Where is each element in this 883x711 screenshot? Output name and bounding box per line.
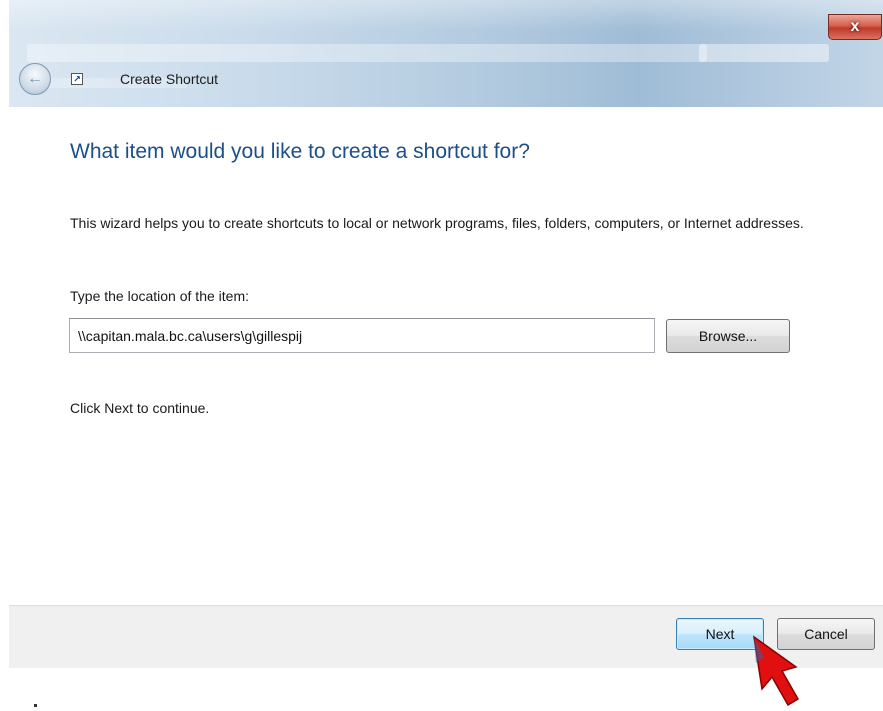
back-button[interactable]: ← bbox=[19, 63, 51, 95]
browse-button[interactable]: Browse... bbox=[666, 319, 790, 353]
create-shortcut-window: x ← ↗ Create Shortcut What item would yo… bbox=[9, 0, 883, 668]
wizard-heading: What item would you like to create a sho… bbox=[70, 140, 530, 163]
stray-mark bbox=[34, 704, 37, 707]
wizard-description: This wizard helps you to create shortcut… bbox=[70, 215, 804, 231]
shortcut-arrow-icon: ↗ bbox=[71, 73, 83, 85]
window-title: Create Shortcut bbox=[120, 71, 219, 87]
continue-instruction: Click Next to continue. bbox=[70, 400, 210, 416]
title-bar: x ← ↗ Create Shortcut bbox=[9, 0, 883, 107]
wizard-content: What item would you like to create a sho… bbox=[9, 107, 883, 605]
close-button[interactable]: x bbox=[828, 14, 882, 40]
back-arrow-icon: ← bbox=[27, 70, 43, 87]
location-input[interactable] bbox=[69, 318, 655, 353]
background-address-bar bbox=[27, 44, 707, 62]
location-label: Type the location of the item: bbox=[70, 288, 249, 304]
background-search-box bbox=[699, 44, 829, 62]
red-pointer-arrow-icon bbox=[752, 635, 800, 707]
